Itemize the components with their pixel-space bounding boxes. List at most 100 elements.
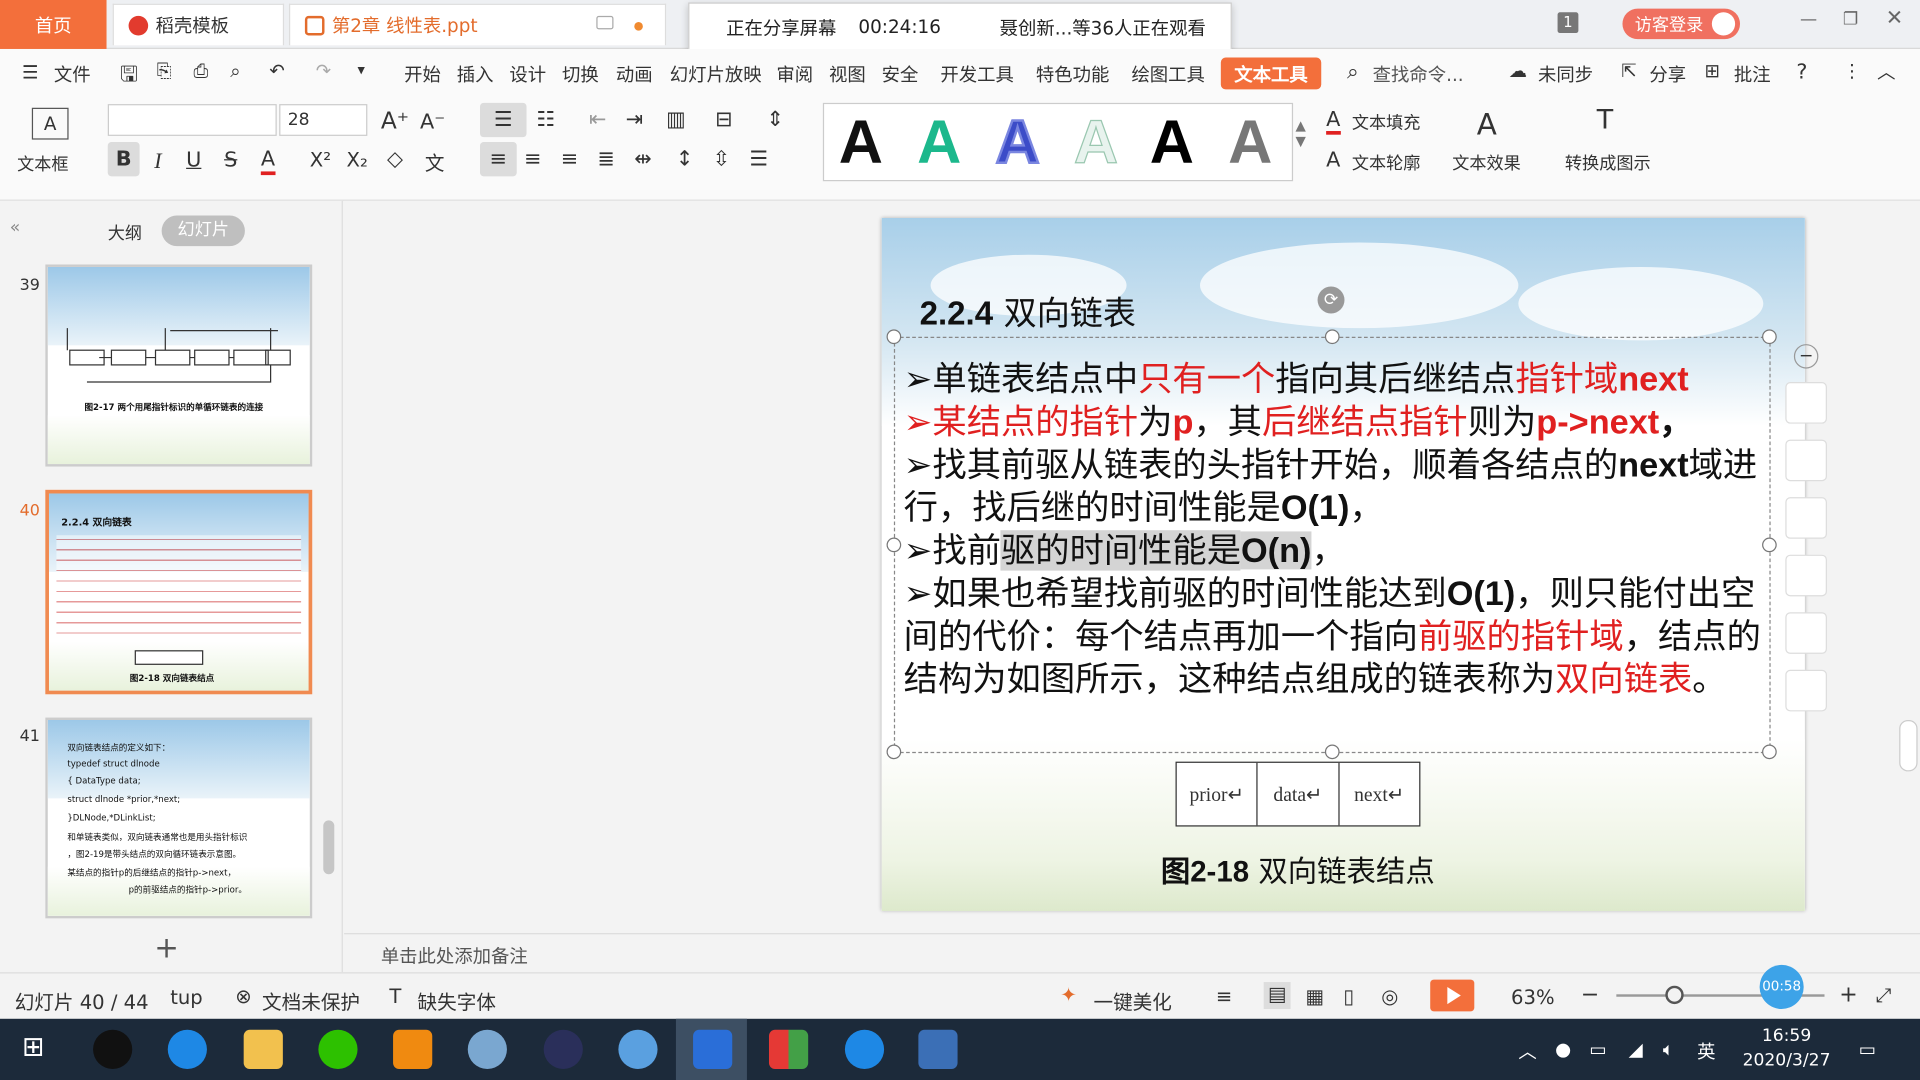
share-icon[interactable]: ⇱ [1621, 60, 1636, 82]
menu-text-tools[interactable]: 文本工具 [1220, 57, 1322, 90]
menu-design[interactable]: 设计 [509, 61, 546, 87]
text-direction-icon[interactable]: ⊟ [715, 108, 732, 132]
thumbnail-scrollbar[interactable] [323, 820, 335, 875]
quick-access-dropdown-icon[interactable]: ▾ [358, 61, 365, 78]
play-slideshow-button[interactable] [1430, 979, 1475, 1012]
battery-icon[interactable]: ▭ [1589, 1038, 1606, 1060]
tray-expand-icon[interactable]: ︿ [1518, 1038, 1536, 1064]
monitor-icon[interactable] [596, 15, 614, 30]
wechat-icon[interactable] [318, 1029, 358, 1069]
menu-start[interactable]: 开始 [404, 61, 441, 87]
tab-slides[interactable]: 幻灯片 [161, 215, 245, 247]
sync-status[interactable]: 未同步 [1538, 61, 1593, 87]
fill-icon[interactable] [1785, 439, 1827, 482]
font-color-icon[interactable]: A [260, 147, 276, 176]
comment-icon[interactable]: ⊞ [1705, 60, 1720, 82]
text-outline-icon[interactable]: A [1326, 148, 1340, 172]
text-fill-button[interactable]: 文本填充 [1352, 110, 1421, 134]
collapse-toolbar-icon[interactable]: − [1793, 344, 1819, 369]
align-left-icon[interactable]: ≡ [480, 142, 517, 177]
notes-area[interactable]: 单击此处添加备注 [344, 933, 1920, 973]
menu-security[interactable]: 安全 [882, 61, 919, 87]
textbox-icon[interactable]: A [31, 107, 69, 140]
subscript-icon[interactable]: X₂ [347, 148, 368, 171]
art-style-gray[interactable]: A [1228, 107, 1272, 178]
menu-transition[interactable]: 切换 [562, 61, 599, 87]
missing-font-button[interactable]: 缺失字体 [418, 986, 496, 1015]
help-icon[interactable]: ? [1796, 60, 1807, 84]
comment-button[interactable]: 批注 [1734, 61, 1771, 87]
restore-icon[interactable]: ❐ [1843, 10, 1858, 30]
menu-features[interactable]: 特色功能 [1036, 61, 1109, 87]
current-slide[interactable]: 2.2.4 双向链表 ⟳ ➢单链表结点中只有一个指向其后继结点指针域next ➢… [881, 217, 1805, 912]
menu-file[interactable]: 文件 [54, 61, 91, 87]
menu-slideshow[interactable]: 幻灯片放映 [670, 61, 762, 87]
underline-icon[interactable]: U [186, 148, 201, 172]
input-method[interactable]: 英 [1697, 1038, 1715, 1064]
font-size-select[interactable]: 28 [279, 104, 368, 136]
numbered-list-icon[interactable]: ☷ [536, 108, 555, 132]
print-icon[interactable]: ⎙ [193, 60, 208, 82]
save-icon[interactable]: 🖫 [120, 59, 138, 95]
format-painter-icon[interactable]: ⎘ [157, 60, 172, 82]
minimize-icon[interactable]: — [1800, 10, 1817, 30]
clear-format-icon[interactable]: ◇ [387, 147, 403, 171]
menu-insert[interactable]: 插入 [457, 61, 494, 87]
slide-title[interactable]: 2.2.4 双向链表 [920, 287, 1136, 335]
qq-icon[interactable] [93, 1029, 133, 1069]
canvas-scrollbar[interactable] [1899, 720, 1918, 772]
stack-app-icon[interactable] [918, 1029, 958, 1069]
text-fill-icon[interactable]: A [1326, 109, 1341, 135]
convert-smartart-icon[interactable]: T [1597, 105, 1613, 136]
outline-frame-icon[interactable] [1785, 497, 1827, 539]
visitor-login-button[interactable]: 访客登录 [1622, 8, 1741, 40]
collapse-panel-icon[interactable]: « [10, 218, 21, 238]
art-style-green[interactable]: A [917, 107, 961, 178]
align-text-icon[interactable]: ⇕ [767, 108, 784, 132]
textbox-button[interactable]: 文本框 [17, 152, 68, 176]
art-style-black[interactable]: A [839, 107, 883, 178]
text-effect-button[interactable]: 文本效果 [1452, 151, 1521, 175]
file-explorer-icon[interactable] [243, 1029, 283, 1069]
phonetic-icon[interactable]: 文 [425, 147, 445, 176]
wps-icon[interactable] [693, 1029, 733, 1069]
menu-drawing-tools[interactable]: 绘图工具 [1131, 61, 1204, 87]
strikethrough-icon[interactable]: S [224, 148, 237, 172]
tab-outline[interactable]: 大纲 [108, 220, 142, 244]
globe-icon[interactable] [467, 1029, 507, 1069]
slide-sorter-icon[interactable]: ▦ [1305, 984, 1324, 1007]
slide-thumbnail-41[interactable]: 双向链表结点的定义如下： typedef struct dlnode { Dat… [45, 717, 313, 919]
brush-icon[interactable] [1785, 554, 1827, 597]
slide-thumbnail-39[interactable]: 图2-17 两个用尾指针标识的单循环链表的连接 [45, 264, 313, 467]
tab-document[interactable]: 第2章 线性表.ppt [288, 3, 667, 46]
justify-icon[interactable]: ≣ [598, 147, 615, 171]
share-button[interactable]: 分享 [1649, 61, 1686, 87]
layers-icon[interactable] [1785, 382, 1827, 424]
resize-handle-w[interactable] [886, 537, 902, 553]
align-center-icon[interactable]: ≡ [524, 147, 541, 171]
fit-window-icon[interactable]: ⤢ [1876, 983, 1892, 1007]
text-convert-icon[interactable] [1785, 612, 1827, 654]
presenter-view-icon[interactable]: ◎ [1381, 984, 1398, 1007]
shrink-font-icon[interactable]: A⁻ [420, 110, 445, 134]
redo-icon[interactable]: ↷ [316, 60, 331, 82]
reading-view-icon[interactable]: ▯ [1343, 984, 1354, 1007]
menu-view[interactable]: 视图 [829, 61, 866, 87]
qq-tray-icon[interactable]: ● [1555, 1038, 1571, 1060]
notes-toggle-icon[interactable]: ≡ [1216, 984, 1232, 1007]
node-structure-table[interactable]: prior↵ data↵ next↵ [1175, 761, 1421, 827]
superscript-icon[interactable]: X² [310, 148, 331, 171]
menu-developer[interactable]: 开发工具 [940, 61, 1013, 87]
sublime-icon[interactable] [393, 1029, 433, 1069]
window-count-badge[interactable]: 1 [1557, 12, 1579, 34]
document-protection[interactable]: 文档未保护 [262, 986, 360, 1015]
figure-caption[interactable]: 图2-18 双向链表结点 [1161, 847, 1435, 890]
resize-handle-sw[interactable] [886, 744, 902, 760]
normal-view-icon[interactable]: ▤ [1263, 982, 1291, 1009]
search-command[interactable]: 查找命令... [1373, 61, 1464, 87]
print-preview-icon[interactable]: ⌕ [230, 60, 240, 82]
tab-template[interactable]: 稻壳模板 [112, 3, 285, 46]
art-style-black-bold[interactable]: A [1150, 107, 1194, 178]
beautify-button[interactable]: 一键美化 [1093, 986, 1171, 1015]
tab-home[interactable]: 首页 [0, 0, 107, 49]
